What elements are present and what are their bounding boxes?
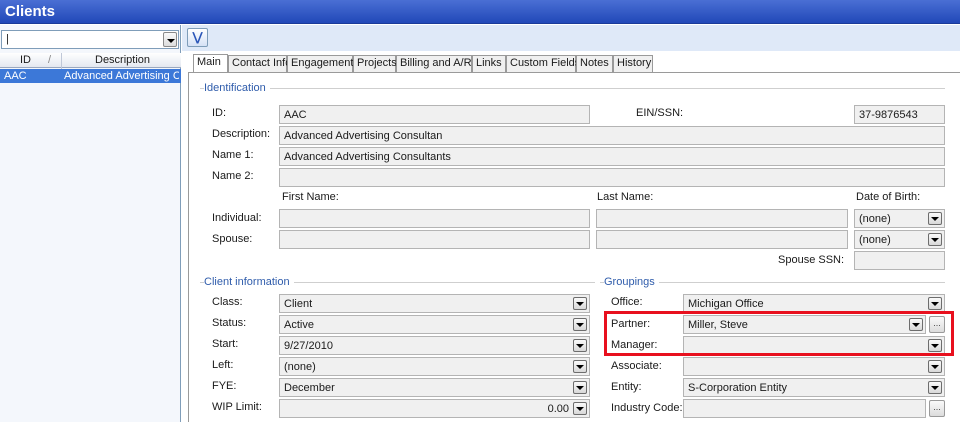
office-label: Office: <box>611 296 643 308</box>
id-field[interactable]: AAC <box>279 105 590 124</box>
spouse-first-name-field[interactable] <box>279 230 590 249</box>
status-label: Status: <box>212 317 247 329</box>
status-select[interactable]: Active <box>279 315 590 334</box>
chevron-down-icon[interactable] <box>163 32 177 47</box>
id-label: ID: <box>212 107 227 119</box>
chevron-down-icon[interactable] <box>573 381 587 394</box>
highlight-box <box>604 311 954 356</box>
fye-select[interactable]: December <box>279 378 590 397</box>
tab-projects[interactable]: Projects <box>353 55 397 72</box>
tab-engagements[interactable]: Engagements <box>287 55 359 72</box>
tab-notes[interactable]: Notes <box>576 55 613 72</box>
spouse-dob-select[interactable]: (none) <box>854 230 945 249</box>
start-date-select[interactable]: 9/27/2010 <box>279 336 590 355</box>
chevron-down-icon[interactable] <box>928 212 942 225</box>
class-select[interactable]: Client <box>279 294 590 313</box>
entity-select[interactable]: S-Corporation Entity <box>683 378 945 397</box>
class-label: Class: <box>212 296 243 308</box>
tab-history[interactable]: History <box>613 55 653 72</box>
chevron-down-icon[interactable] <box>573 360 587 373</box>
chevron-down-icon[interactable] <box>573 318 587 331</box>
individual-last-name-field[interactable] <box>596 209 848 228</box>
description-label: Description: <box>212 128 271 140</box>
name2-label: Name 2: <box>212 170 254 182</box>
detail-toolbar <box>182 25 960 51</box>
client-grid-header: ID / Description <box>0 53 181 68</box>
left-label: Left: <box>212 359 234 371</box>
name2-field[interactable] <box>279 168 945 187</box>
individual-first-name-field[interactable] <box>279 209 590 228</box>
first-name-label: First Name: <box>282 191 339 203</box>
fye-label: FYE: <box>212 380 237 392</box>
industry-code-field[interactable] <box>683 399 926 418</box>
ein-field[interactable]: 37-9876543 <box>854 105 945 124</box>
chevron-down-icon[interactable] <box>928 360 942 373</box>
spouse-ssn-label: Spouse SSN: <box>778 254 845 266</box>
wip-limit-field[interactable]: 0.00 <box>279 399 590 418</box>
table-row[interactable]: AAC Advanced Advertising Co <box>0 69 181 83</box>
column-header-description[interactable]: Description <box>95 54 150 66</box>
tab-links[interactable]: Links <box>472 55 506 72</box>
tab-contact-info[interactable]: Contact Info <box>228 55 291 72</box>
chevron-down-icon[interactable] <box>928 233 942 246</box>
name1-field[interactable]: Advanced Advertising Consultants <box>279 147 945 166</box>
tab-custom-fields[interactable]: Custom Fields <box>506 55 580 72</box>
window-titlebar: Clients <box>0 0 960 24</box>
window-title: Clients <box>5 3 56 20</box>
wip-limit-label: WIP Limit: <box>212 401 262 413</box>
section-identification: Identification <box>204 82 270 94</box>
chevron-down-icon[interactable] <box>573 297 587 310</box>
tab-main[interactable]: Main <box>193 54 228 73</box>
last-name-label: Last Name: <box>597 191 654 203</box>
description-field[interactable]: Advanced Advertising Consultan <box>279 126 945 145</box>
chevron-down-icon[interactable] <box>573 339 587 352</box>
ein-label: EIN/SSN: <box>636 107 684 119</box>
section-groupings: Groupings <box>604 276 659 288</box>
client-search-combo[interactable]: | <box>1 30 179 49</box>
section-divider <box>200 88 945 89</box>
client-list-pane <box>0 25 181 422</box>
chevron-down-icon[interactable] <box>928 297 942 310</box>
tab-billing[interactable]: Billing and A/R <box>396 55 472 72</box>
start-label: Start: <box>212 338 239 350</box>
chevron-down-icon[interactable] <box>928 381 942 394</box>
client-search-input[interactable]: | <box>6 33 9 45</box>
associate-label: Associate: <box>611 360 662 372</box>
chevron-down-icon[interactable] <box>573 402 587 415</box>
industry-code-label: Industry Code: <box>611 402 683 414</box>
section-client-information: Client information <box>204 276 294 288</box>
individual-dob-select[interactable]: (none) <box>854 209 945 228</box>
column-header-id[interactable]: ID <box>20 54 31 66</box>
row-description: Advanced Advertising Co <box>64 70 179 82</box>
spouse-last-name-field[interactable] <box>596 230 848 249</box>
name1-label: Name 1: <box>212 149 254 161</box>
individual-label: Individual: <box>212 212 262 224</box>
left-date-select[interactable]: (none) <box>279 357 590 376</box>
dob-label: Date of Birth: <box>856 191 921 203</box>
spouse-ssn-field[interactable] <box>854 251 945 270</box>
row-id: AAC <box>4 70 27 82</box>
spouse-label: Spouse: <box>212 233 253 245</box>
sort-icon: / <box>48 54 52 66</box>
double-chevron-down-icon[interactable]: ⋁ <box>187 28 208 47</box>
associate-select[interactable] <box>683 357 945 376</box>
industry-browse-button[interactable]: ... <box>929 400 945 417</box>
entity-label: Entity: <box>611 381 642 393</box>
